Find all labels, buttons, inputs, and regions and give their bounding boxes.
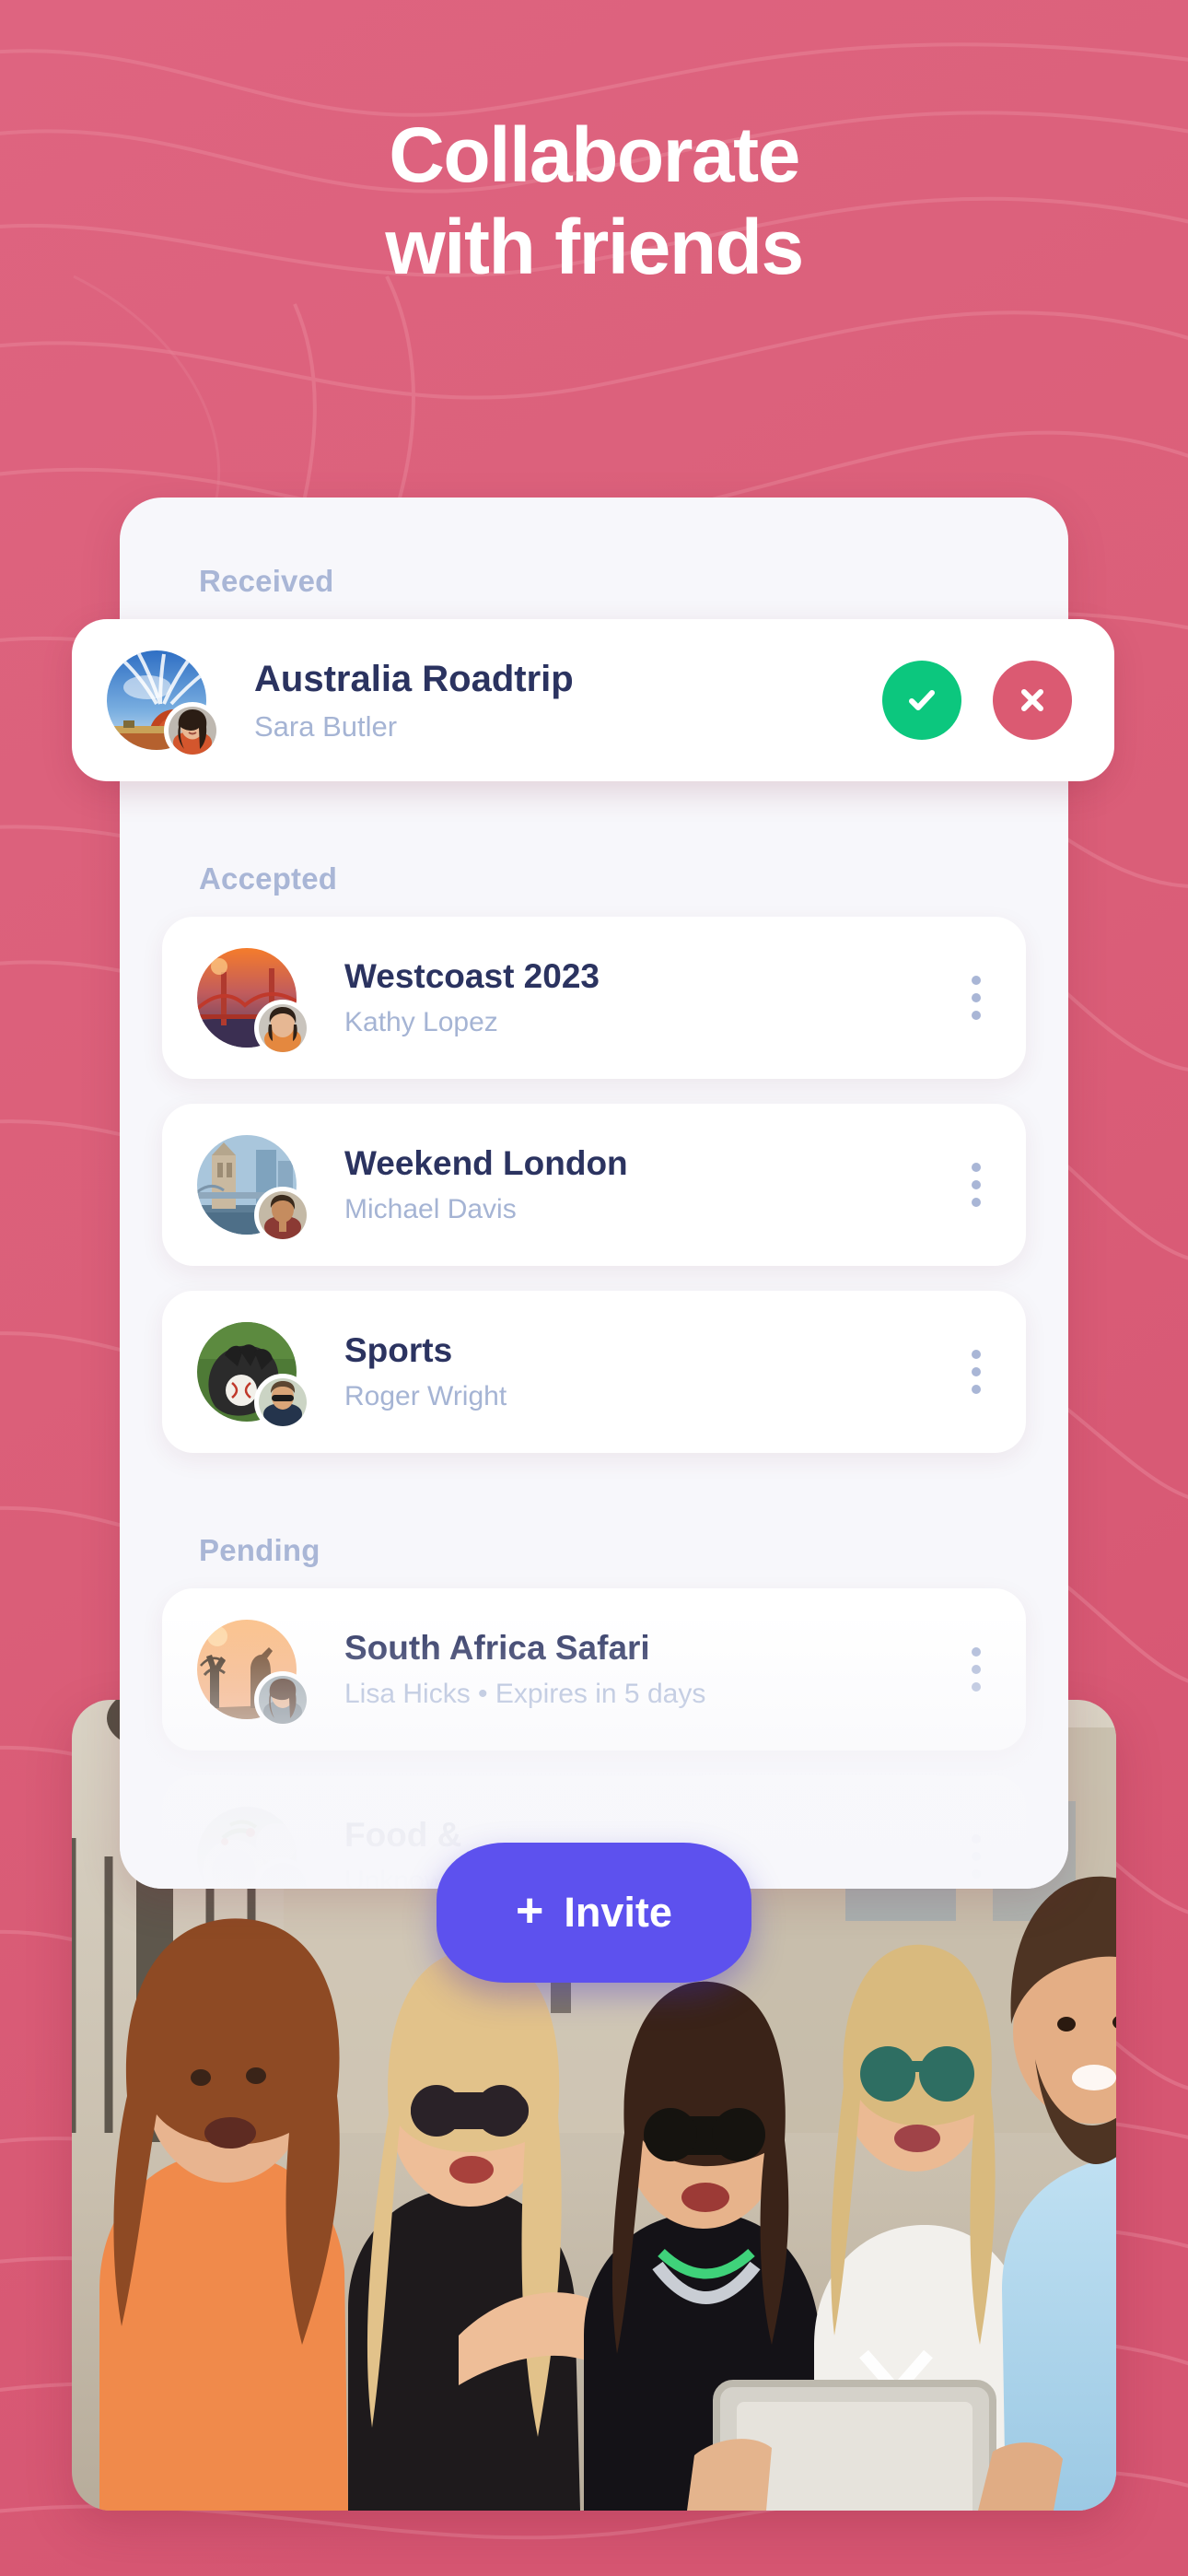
accept-invitation-button[interactable] — [882, 661, 961, 740]
plus-icon: + — [516, 1884, 544, 1938]
list-item-south-africa-safari[interactable]: South Africa Safari Lisa Hicks • Expires… — [162, 1588, 1026, 1751]
profile-photo — [169, 707, 216, 755]
trip-title: Australia Roadtrip — [254, 658, 574, 699]
invite-button-label: Invite — [564, 1889, 672, 1936]
avatar — [197, 948, 311, 1057]
inviter-avatar-kathy-lopez — [254, 1000, 311, 1057]
trip-subtitle: Roger Wright — [344, 1380, 507, 1411]
inviter-avatar-sara-butler — [164, 702, 221, 759]
avatar — [197, 1135, 311, 1244]
list-item-text: Weekend London Michael Davis — [344, 1144, 950, 1225]
trip-title: Weekend London — [344, 1143, 628, 1182]
received-invitation-card[interactable]: Australia Roadtrip Sara Butler — [72, 619, 1114, 781]
hero-line-2: with friends — [385, 204, 804, 290]
list-item-weekend-london[interactable]: Weekend London Michael Davis — [162, 1104, 1026, 1266]
kebab-menu-icon[interactable] — [950, 1350, 1002, 1394]
profile-photo-placeholder — [259, 1863, 307, 1889]
check-icon — [909, 690, 935, 710]
section-label-received: Received — [199, 564, 334, 598]
avatar — [197, 1620, 311, 1728]
inviter-avatar-lisa-hicks — [254, 1671, 311, 1728]
list-item-text: Westcoast 2023 Kathy Lopez — [344, 957, 950, 1038]
trip-subtitle: Sara Butler — [254, 709, 398, 743]
trip-subtitle: Kathy Lopez — [344, 1006, 498, 1037]
kebab-menu-icon[interactable] — [950, 1647, 1002, 1692]
hero-line-1: Collaborate — [389, 111, 800, 198]
trip-title: Westcoast 2023 — [344, 956, 600, 995]
inviter-avatar-roger-wright — [254, 1374, 311, 1431]
trip-title: Sports — [344, 1330, 453, 1369]
profile-photo — [259, 1004, 307, 1052]
received-item-text: Australia Roadtrip Sara Butler — [254, 658, 882, 744]
section-label-accepted: Accepted — [199, 861, 338, 896]
section-label-pending: Pending — [199, 1533, 320, 1567]
list-item-westcoast-2023[interactable]: Westcoast 2023 Kathy Lopez — [162, 917, 1026, 1079]
profile-photo — [259, 1191, 307, 1239]
kebab-menu-icon[interactable] — [950, 976, 1002, 1020]
trip-subtitle: Lisa Hicks • Expires in 5 days — [344, 1678, 706, 1709]
inviter-avatar-michael-davis — [254, 1187, 311, 1244]
avatar — [197, 1807, 311, 1889]
profile-photo — [259, 1676, 307, 1724]
kebab-menu-icon[interactable] — [950, 1834, 1002, 1879]
trip-subtitle: Michael Davis — [344, 1193, 517, 1224]
invite-button[interactable]: + Invite — [437, 1843, 751, 1983]
avatar — [197, 1322, 311, 1431]
list-item-text: South Africa Safari Lisa Hicks • Expires… — [344, 1629, 950, 1710]
kebab-menu-icon[interactable] — [950, 1163, 1002, 1207]
avatar — [107, 650, 221, 759]
list-item-sports[interactable]: Sports Roger Wright — [162, 1291, 1026, 1453]
close-icon — [1021, 689, 1043, 711]
trip-title: South Africa Safari — [344, 1628, 650, 1667]
list-item-text: Sports Roger Wright — [344, 1331, 950, 1412]
reject-invitation-button[interactable] — [993, 661, 1072, 740]
hero-heading: Collaborate with friends — [0, 109, 1188, 293]
invitation-actions — [882, 661, 1072, 740]
profile-photo — [259, 1378, 307, 1426]
